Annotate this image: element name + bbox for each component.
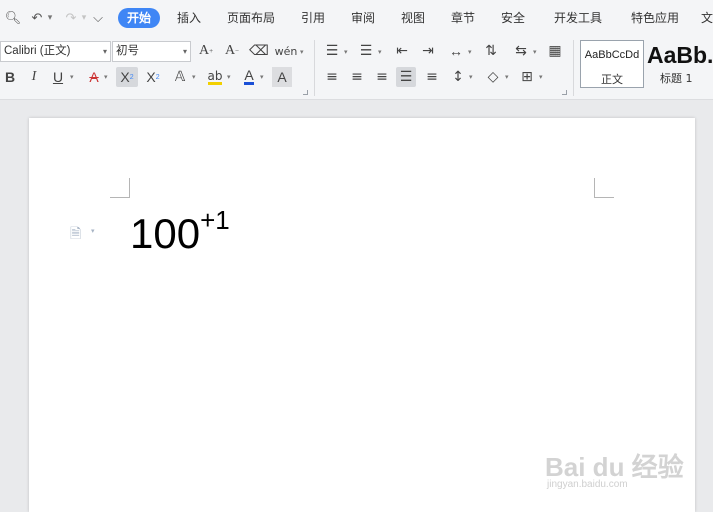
margin-corner-mark <box>110 178 130 198</box>
character-shading-icon[interactable]: A <box>272 67 292 87</box>
undo-dropdown-icon[interactable]: ▾ <box>46 8 54 28</box>
font-size-select[interactable]: 初号 ▾ <box>112 41 191 62</box>
increase-indent-icon[interactable]: ⇥ <box>418 41 438 61</box>
font-name-select[interactable]: Calibri (正文) ▾ <box>0 41 111 62</box>
font-name-value: Calibri (正文) <box>4 45 71 57</box>
baidu-watermark: Bai du 经验 jingyan.baidu.com <box>545 435 685 495</box>
tab-section[interactable]: 章节 <box>446 8 480 28</box>
chevron-down-icon[interactable]: ▾ <box>70 73 74 81</box>
bullet-list-icon[interactable]: ☰ <box>322 41 342 61</box>
tab-home[interactable]: 开始 <box>118 8 160 28</box>
font-dialog-launcher-icon[interactable] <box>303 90 308 95</box>
tab-more[interactable]: 文 <box>701 8 713 28</box>
subscript-icon[interactable]: X2 <box>142 67 164 87</box>
style-normal-caption: 正文 <box>601 73 623 86</box>
superscript-icon[interactable]: X2 <box>116 67 138 87</box>
style-heading1-caption[interactable]: 标题 1 <box>660 70 693 86</box>
tab-page-layout[interactable]: 页面布局 <box>222 8 280 28</box>
align-right-icon[interactable]: ≡ <box>372 67 392 87</box>
redo-icon[interactable]: ↷ <box>64 8 78 28</box>
clear-format-icon[interactable]: ⌫ <box>249 41 269 61</box>
paragraph-dialog-launcher-icon[interactable] <box>562 90 567 95</box>
line-spacing-icon[interactable]: ↕ <box>448 67 468 87</box>
style-normal[interactable]: AaBbCcDd 正文 <box>580 40 644 88</box>
chevron-down-icon[interactable]: ▾ <box>260 73 264 81</box>
show-hide-marks-icon[interactable]: ⇆ <box>511 41 531 61</box>
margin-corner-mark <box>594 178 614 198</box>
shading-icon[interactable]: ◇ <box>483 67 503 87</box>
highlight-icon[interactable]: ab <box>205 67 225 87</box>
tab-security[interactable]: 安全 <box>496 8 530 28</box>
chevron-down-icon: ▾ <box>102 47 107 56</box>
chevron-down-icon[interactable]: ▾ <box>533 48 537 56</box>
distributed-align-icon[interactable]: ≡ <box>422 67 442 87</box>
strikethrough-icon[interactable]: A <box>84 67 104 87</box>
tab-special-apps[interactable]: 特色应用 <box>626 8 684 28</box>
justify-icon[interactable]: ☰ <box>396 67 416 87</box>
chevron-down-icon[interactable]: ▾ <box>192 73 196 81</box>
chevron-down-icon[interactable]: ▾ <box>91 227 95 235</box>
style-heading1-sample[interactable]: AaBb. <box>647 42 713 69</box>
tab-developer-tools[interactable]: 开发工具 <box>549 8 607 28</box>
chevron-down-icon[interactable]: ▾ <box>468 48 472 56</box>
divider <box>573 40 574 96</box>
phonetic-label: wén <box>274 44 298 58</box>
font-size-value: 初号 <box>116 45 139 57</box>
paragraph-layout-icon[interactable]: 🗎︎ <box>70 223 81 247</box>
watermark-url: jingyan.baidu.com <box>547 479 628 490</box>
chevron-down-icon[interactable]: ▾ <box>469 73 473 81</box>
phonetic-guide-icon[interactable]: wén <box>274 41 298 61</box>
text-direction-icon[interactable]: ↔ <box>446 41 466 61</box>
print-preview-icon[interactable]: 🔍︎ <box>4 8 22 28</box>
tab-view[interactable]: 视图 <box>396 8 430 28</box>
undo-icon[interactable]: ↶ <box>30 8 44 28</box>
chevron-down-icon[interactable]: ▾ <box>300 48 304 56</box>
customize-toolbar-icon[interactable]: ⌵ <box>92 8 104 28</box>
chevron-down-icon[interactable]: ▾ <box>344 48 348 56</box>
divider <box>314 40 315 96</box>
text-effect-icon[interactable]: 𝔸 <box>170 67 190 87</box>
chevron-down-icon[interactable]: ▾ <box>378 48 382 56</box>
redo-dropdown-icon[interactable]: ▾ <box>80 8 88 28</box>
base-text: 100 <box>130 210 201 257</box>
shrink-font-icon[interactable]: A − <box>222 41 242 61</box>
chevron-down-icon: ▾ <box>182 47 187 56</box>
menu-bar: 🔍︎ ↶ ▾ ↷ ▾ ⌵ 开始 插入 页面布局 引用 审阅 视图 章节 安全 开… <box>0 0 713 36</box>
tab-insert[interactable]: 插入 <box>172 8 206 28</box>
tab-references[interactable]: 引用 <box>296 8 330 28</box>
chevron-down-icon[interactable]: ▾ <box>227 73 231 81</box>
chevron-down-icon[interactable]: ▾ <box>104 73 108 81</box>
underline-icon[interactable]: U <box>48 67 68 87</box>
superscript-text: +1 <box>200 205 230 235</box>
italic-icon[interactable]: I <box>24 67 44 87</box>
tab-review[interactable]: 审阅 <box>346 8 380 28</box>
font-color-icon[interactable]: A <box>239 67 259 87</box>
decrease-indent-icon[interactable]: ⇤ <box>392 41 412 61</box>
bold-icon[interactable]: B <box>0 67 20 87</box>
table-grid-icon[interactable]: ▦ <box>545 41 565 61</box>
document-text[interactable]: 100+1 <box>130 206 230 262</box>
numbered-list-icon[interactable]: ☰ <box>356 41 376 61</box>
borders-icon[interactable]: ⊞ <box>517 67 537 87</box>
align-left-icon[interactable]: ≡ <box>322 67 342 87</box>
grow-font-icon[interactable]: A + <box>196 41 216 61</box>
sort-icon[interactable]: ⇅ <box>481 41 501 61</box>
chevron-down-icon[interactable]: ▾ <box>505 73 509 81</box>
style-normal-sample: AaBbCcDd <box>584 49 640 61</box>
chevron-down-icon[interactable]: ▾ <box>539 73 543 81</box>
align-center-icon[interactable]: ≡ <box>347 67 367 87</box>
